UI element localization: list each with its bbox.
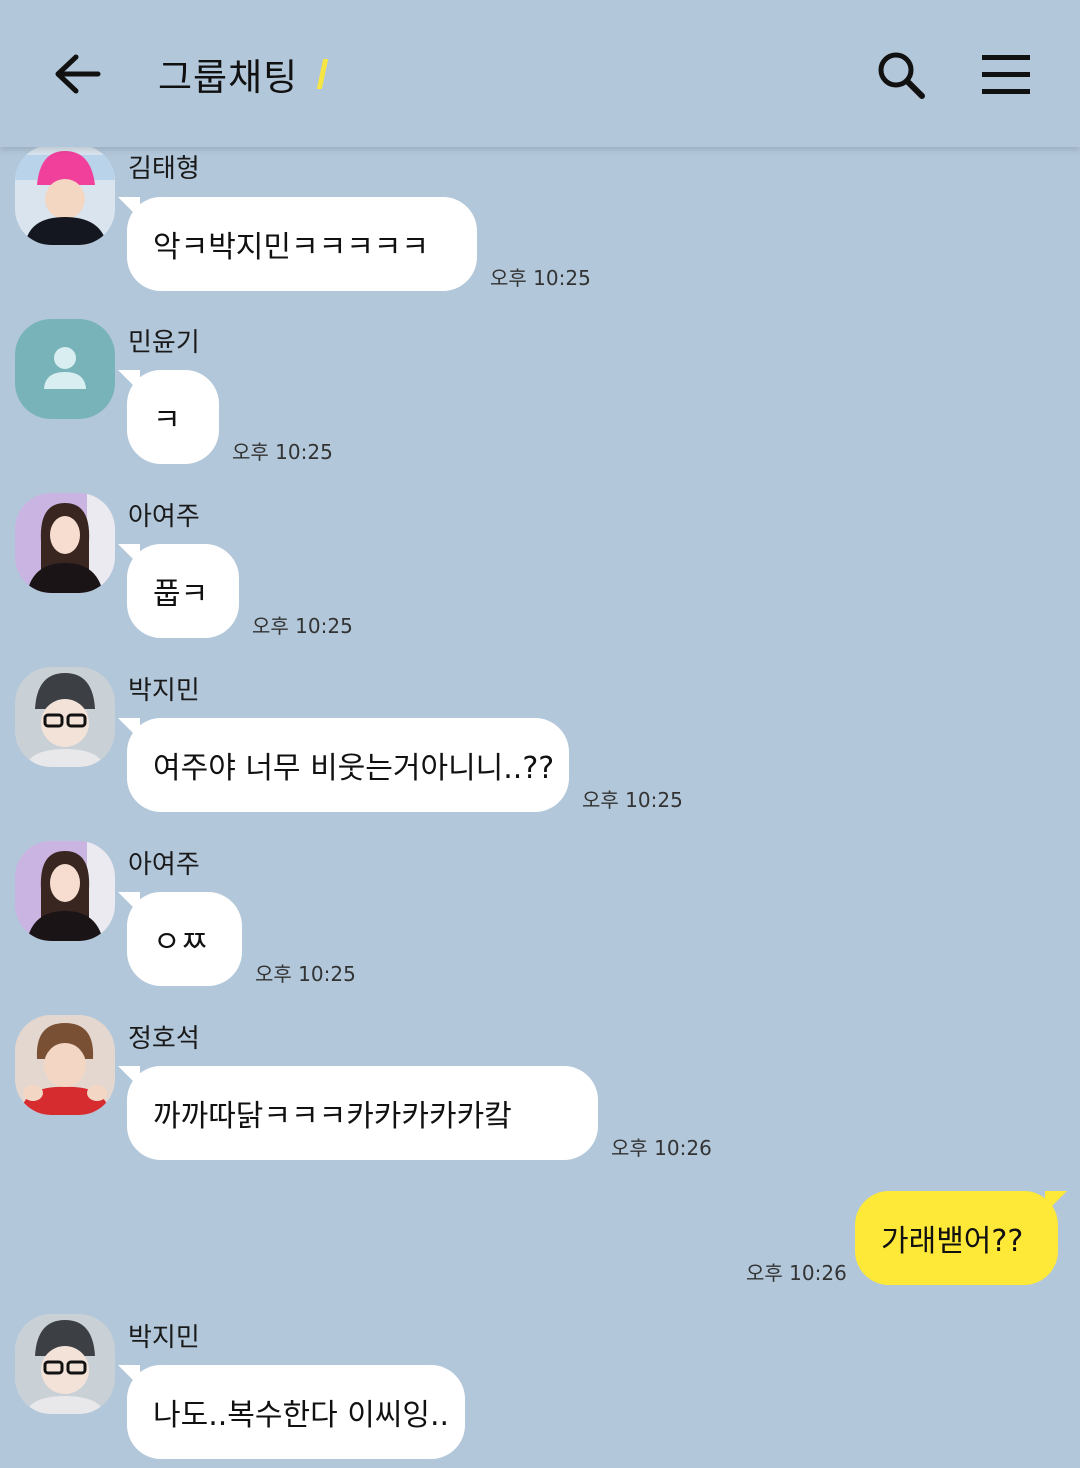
sender-name: 박지민 — [128, 676, 200, 706]
sender-name: 아여주 — [128, 850, 200, 880]
avatar-park-jimin[interactable] — [15, 1314, 115, 1414]
message-time: 오후 10:26 — [611, 1136, 712, 1160]
back-button[interactable] — [50, 50, 104, 98]
my-message-bubble[interactable]: 가래밷어?? — [855, 1191, 1067, 1285]
avatar-ah-yeoju[interactable] — [15, 841, 115, 941]
message-bubble[interactable]: ㅇㅉ — [118, 892, 242, 986]
message-time: 오후 10:25 — [252, 614, 353, 638]
message-bubble[interactable]: 풉ㅋ — [118, 544, 239, 638]
chat-header: 그룹채팅 — [0, 0, 1080, 147]
message-bubble[interactable]: 까까따닭ㅋㅋㅋ카카카카카캌 — [118, 1066, 598, 1160]
default-profile-icon — [44, 347, 86, 389]
back-arrow-icon — [55, 54, 101, 94]
sender-name: 정호석 — [128, 1024, 200, 1054]
message-time: 오후 10:25 — [232, 440, 333, 464]
sender-name: 박지민 — [128, 1323, 200, 1353]
menu-button[interactable] — [982, 52, 1030, 96]
menu-icon — [982, 55, 1030, 94]
sender-name: 민윤기 — [128, 328, 200, 358]
sender-name: 김태형 — [128, 154, 200, 184]
sender-name: 아여주 — [128, 502, 200, 532]
avatar-park-jimin[interactable] — [15, 667, 115, 767]
search-icon — [878, 52, 925, 99]
message-time: 오후 10:25 — [582, 788, 683, 812]
message-bubble[interactable]: 악ㅋ박지민ㅋㅋㅋㅋㅋ — [118, 197, 477, 291]
avatar-jung-hoseok[interactable] — [15, 1015, 115, 1115]
message-time: 오후 10:26 — [746, 1261, 847, 1285]
avatar-kim-taehyung[interactable] — [15, 145, 115, 245]
avatar-ah-yeoju[interactable] — [15, 493, 115, 593]
chat-title: 그룹채팅 — [158, 56, 299, 99]
message-time: 오후 10:25 — [490, 266, 591, 290]
message-bubble[interactable]: 나도..복수한다 이씨잉.. — [118, 1365, 465, 1459]
message-bubble[interactable]: 여주야 너무 비웃는거아니니..?? — [118, 718, 569, 812]
avatar-min-yoongi[interactable] — [15, 319, 115, 419]
search-button[interactable] — [874, 50, 928, 100]
message-bubble[interactable]: ㅋ — [118, 370, 219, 464]
title-cursor — [316, 59, 329, 89]
message-time: 오후 10:25 — [255, 962, 356, 986]
